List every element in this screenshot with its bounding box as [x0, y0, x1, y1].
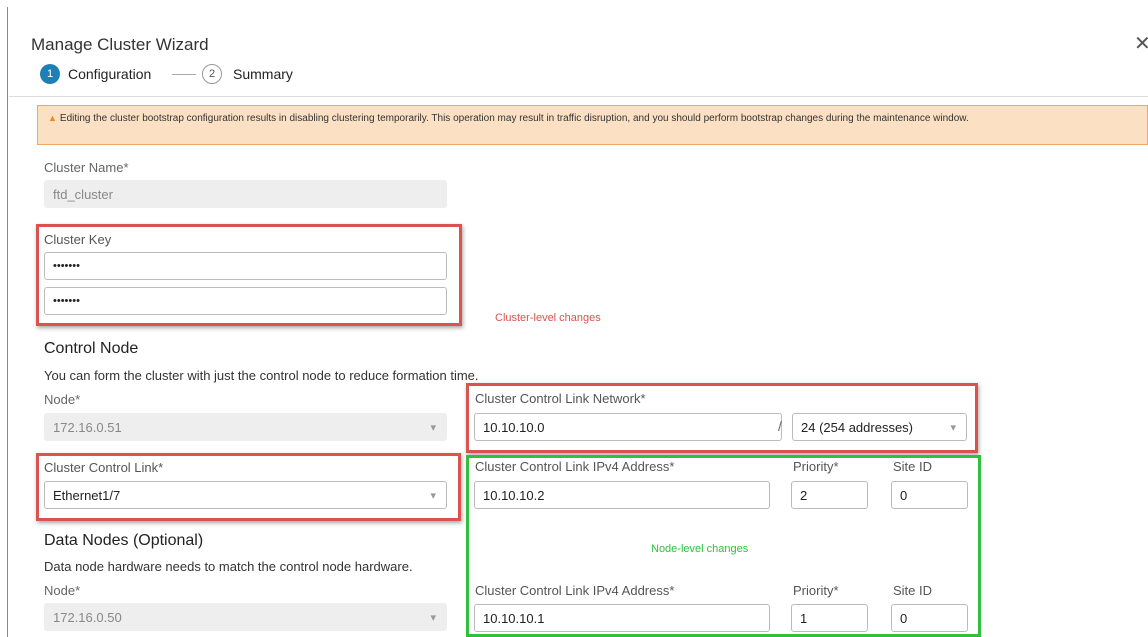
prefix-separator: /	[778, 418, 782, 434]
close-icon[interactable]: ✕	[1134, 31, 1148, 56]
control-ipv4-label: Cluster Control Link IPv4 Address*	[475, 459, 675, 474]
control-node-select: 172.16.0.51 ▾	[44, 413, 447, 441]
data-priority-input[interactable]: 1	[791, 604, 868, 632]
chevron-down-icon: ▾	[430, 490, 436, 502]
header-divider	[9, 96, 1148, 97]
cluster-level-annotation: Cluster-level changes	[495, 312, 601, 324]
prefix-select[interactable]: 24 (254 addresses) ▾	[792, 413, 967, 441]
ccl-value: Ethernet1/7	[53, 487, 121, 503]
warning-icon: ▲	[48, 113, 57, 123]
ccl-select[interactable]: Ethernet1/7 ▾	[44, 481, 447, 509]
step-connector	[172, 74, 196, 75]
warning-banner: ▲ Editing the cluster bootstrap configura…	[37, 105, 1148, 145]
data-siteid-label: Site ID	[893, 583, 933, 598]
step-2-indicator[interactable]: 2	[202, 64, 222, 84]
dialog-title: Manage Cluster Wizard	[31, 35, 209, 54]
control-priority-input[interactable]: 2	[791, 481, 868, 509]
ccl-network-label: Cluster Control Link Network*	[475, 391, 646, 406]
control-node-label: Node*	[44, 392, 81, 407]
ccl-network-input[interactable]: 10.10.10.0	[474, 413, 782, 441]
dialog-left-edge	[7, 7, 8, 637]
control-node-description: You can form the cluster with just the c…	[44, 368, 479, 383]
step-1-indicator[interactable]: 1	[40, 64, 60, 84]
warning-text: Editing the cluster bootstrap configurat…	[59, 113, 969, 124]
control-ipv4-input[interactable]: 10.10.10.2	[474, 481, 770, 509]
data-nodes-description: Data node hardware needs to match the co…	[44, 559, 413, 574]
step-1-label[interactable]: Configuration	[68, 66, 151, 82]
control-siteid-input[interactable]: 0	[891, 481, 968, 509]
chevron-down-icon: ▾	[950, 422, 956, 434]
data-ipv4-label: Cluster Control Link IPv4 Address*	[475, 583, 675, 598]
cluster-name-field: ftd_cluster	[44, 180, 447, 208]
control-priority-label: Priority*	[793, 459, 839, 474]
control-siteid-label: Site ID	[893, 459, 933, 474]
cluster-key-input[interactable]: •••••••	[44, 252, 447, 280]
data-node-select: 172.16.0.50 ▾	[44, 603, 447, 631]
ccl-label: Cluster Control Link*	[44, 460, 164, 475]
data-node-value: 172.16.0.50	[53, 609, 122, 625]
data-nodes-heading: Data Nodes (Optional)	[44, 532, 204, 549]
chevron-down-icon: ▾	[430, 422, 436, 434]
data-priority-label: Priority*	[793, 583, 839, 598]
step-2-label[interactable]: Summary	[233, 66, 293, 82]
prefix-value: 24 (254 addresses)	[801, 419, 914, 435]
cluster-key-label: Cluster Key	[44, 232, 112, 247]
data-node-label: Node*	[44, 583, 81, 598]
node-level-annotation: Node-level changes	[651, 543, 749, 555]
chevron-down-icon: ▾	[430, 612, 436, 624]
control-node-heading: Control Node	[44, 340, 139, 357]
control-node-value: 172.16.0.51	[53, 419, 122, 435]
data-ipv4-input[interactable]: 10.10.10.1	[474, 604, 770, 632]
cluster-name-label: Cluster Name*	[44, 160, 129, 175]
data-siteid-input[interactable]: 0	[891, 604, 968, 632]
cluster-key-confirm-input[interactable]: •••••••	[44, 287, 447, 315]
